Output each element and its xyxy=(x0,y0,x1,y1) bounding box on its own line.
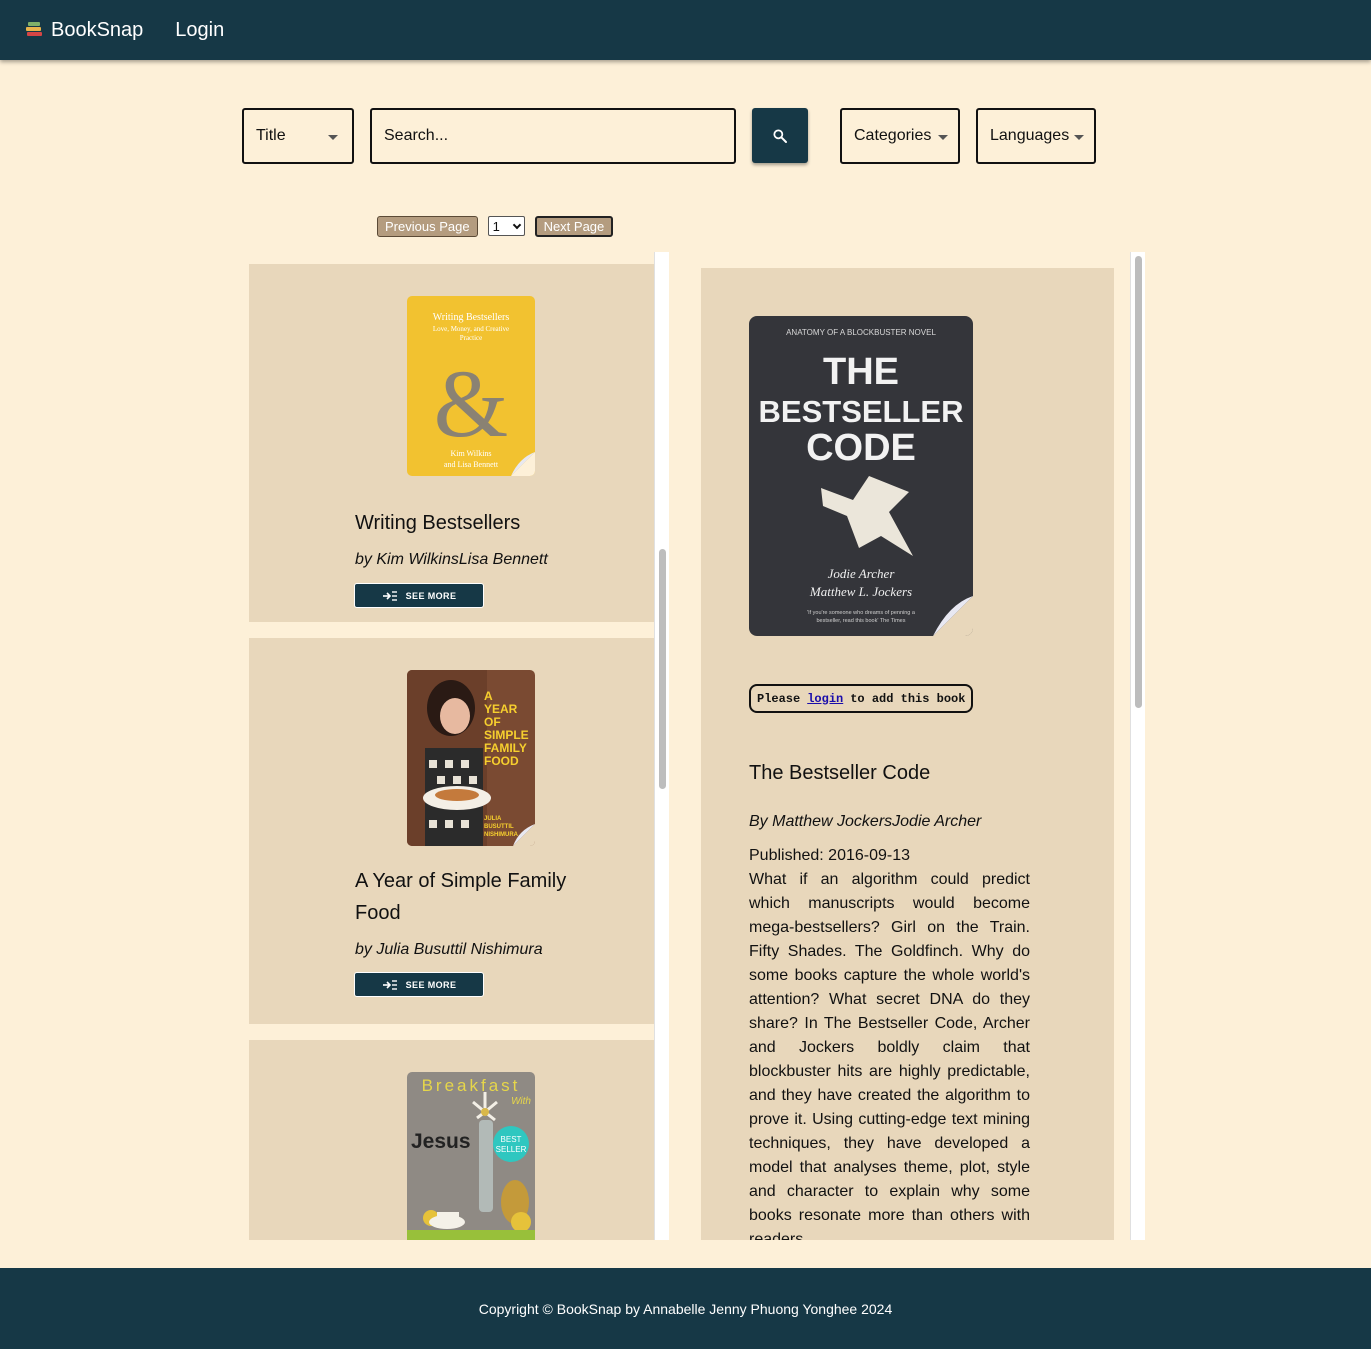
page-select[interactable]: 1 xyxy=(487,216,525,236)
cover-text: Practice xyxy=(460,334,483,342)
see-more-label: SEE MORE xyxy=(405,979,457,990)
see-more-button[interactable]: SEE MORE xyxy=(354,583,484,608)
book-title: A Year of Simple Family Food xyxy=(355,870,567,924)
detail-description: What if an algorithm could predict which… xyxy=(749,871,1030,1240)
cover-text: SIMPLE xyxy=(484,728,529,742)
cover-text: Breakfast xyxy=(422,1076,521,1095)
search-field-value: Title xyxy=(256,127,286,144)
chevron-down-icon xyxy=(512,220,521,230)
book-title: Writing Bestsellers xyxy=(355,512,521,534)
previous-page-button[interactable]: Previous Page xyxy=(377,215,478,237)
book-card: A YEAR OF SIMPLE FAMILY FOOD JULIA BUSUT… xyxy=(249,638,654,1024)
books-icon xyxy=(24,20,44,40)
categories-label: Categories xyxy=(854,127,932,144)
cover-text: BEST xyxy=(501,1135,522,1144)
see-more-label: SEE MORE xyxy=(405,590,457,601)
languages-label: Languages xyxy=(990,127,1070,144)
book-detail-panel: ANATOMY OF A BLOCKBUSTER NOVEL THE BESTS… xyxy=(701,268,1114,1240)
cover-text: With xyxy=(511,1096,531,1107)
cover-text: SELLER xyxy=(496,1145,527,1154)
detail-book-cover: ANATOMY OF A BLOCKBUSTER NOVEL THE BESTS… xyxy=(749,316,973,636)
cover-text: THE xyxy=(823,351,899,393)
cover-text: OF xyxy=(484,715,501,729)
book-list[interactable]: Writing Bestsellers Love, Money, and Cre… xyxy=(249,252,669,1240)
login-prompt-prefix: Please xyxy=(757,691,801,706)
cover-text: BUSUTTIL xyxy=(484,824,514,830)
cover-text: BESTSELLER xyxy=(759,394,964,429)
cover-text: FAMILY xyxy=(484,741,527,755)
cover-text: Matthew L. Jockers xyxy=(809,584,912,599)
cover-text: A xyxy=(484,689,493,703)
cover-text: and Lisa Bennett xyxy=(444,460,499,469)
cover-text: Jesus xyxy=(411,1130,471,1153)
navbar: BookSnap Login xyxy=(0,0,1371,60)
book-cover[interactable]: Breakfast With Jesus BEST SELLER xyxy=(407,1072,535,1240)
book-author: by Kim WilkinsLisa Bennett xyxy=(355,551,548,568)
book-card: Breakfast With Jesus BEST SELLER xyxy=(249,1040,654,1240)
scrollbar-thumb[interactable] xyxy=(1135,256,1142,708)
next-page-button[interactable]: Next Page xyxy=(534,215,614,237)
languages-dropdown[interactable]: Languages xyxy=(976,108,1096,164)
categories-dropdown[interactable]: Categories xyxy=(840,108,960,164)
book-card: Writing Bestsellers Love, Money, and Cre… xyxy=(249,264,654,622)
search-button[interactable] xyxy=(752,108,808,163)
pagination: Previous Page 1 Next Page xyxy=(377,215,614,237)
see-more-button[interactable]: SEE MORE xyxy=(354,972,484,997)
detail-author: By Matthew JockersJodie Archer xyxy=(749,813,982,830)
book-cover[interactable]: Writing Bestsellers Love, Money, and Cre… xyxy=(407,296,535,476)
book-list-scrollbar[interactable] xyxy=(654,252,669,1240)
cover-text: Love, Money, and Creative xyxy=(433,325,509,333)
detail-published: Published: 2016-09-13 xyxy=(749,847,911,864)
book-cover[interactable]: A YEAR OF SIMPLE FAMILY FOOD JULIA BUSUT… xyxy=(407,670,535,846)
footer-copyright: Copyright © BookSnap by Annabelle Jenny … xyxy=(478,1300,893,1317)
detail-title: The Bestseller Code xyxy=(749,762,931,784)
cover-text: & xyxy=(434,350,509,457)
login-prompt-link[interactable]: login xyxy=(807,692,843,706)
caret-down-icon xyxy=(938,135,948,140)
scrollbar-thumb[interactable] xyxy=(659,549,666,789)
cover-text: 'If you're someone who dreams of penning… xyxy=(807,610,916,616)
cover-text: FOOD xyxy=(484,754,519,768)
nav-login-link[interactable]: Login xyxy=(175,19,224,42)
cover-text: JULIA xyxy=(484,816,502,822)
cover-text: Writing Bestsellers xyxy=(433,312,510,323)
page-number: 1 xyxy=(492,218,500,234)
book-author: by Julia Busuttil Nishimura xyxy=(355,941,543,958)
search-icon xyxy=(773,128,787,143)
cover-text: Jodie Archer xyxy=(828,566,896,581)
cover-text: YEAR xyxy=(484,702,518,716)
detail-scrollbar[interactable] xyxy=(1130,252,1145,1240)
cover-text: bestseller, read this book' The Times xyxy=(817,618,906,624)
see-more-icon xyxy=(382,590,397,601)
cover-text: NISHIMURA xyxy=(484,832,519,838)
brand-name: BookSnap xyxy=(51,18,144,41)
brand-link[interactable]: BookSnap xyxy=(24,19,143,42)
login-prompt: Please login to add this book xyxy=(749,684,974,713)
footer: Copyright © BookSnap by Annabelle Jenny … xyxy=(0,1268,1371,1349)
caret-down-icon xyxy=(1074,135,1084,140)
cover-text: CODE xyxy=(806,427,916,469)
search-input[interactable] xyxy=(370,108,736,164)
login-prompt-suffix: to add this book xyxy=(850,691,966,706)
cover-text: Kim Wilkins xyxy=(450,449,491,458)
see-more-icon xyxy=(382,979,397,990)
caret-down-icon xyxy=(328,135,338,140)
search-field-select[interactable]: Title xyxy=(242,108,354,164)
cover-text: ANATOMY OF A BLOCKBUSTER NOVEL xyxy=(786,328,936,337)
